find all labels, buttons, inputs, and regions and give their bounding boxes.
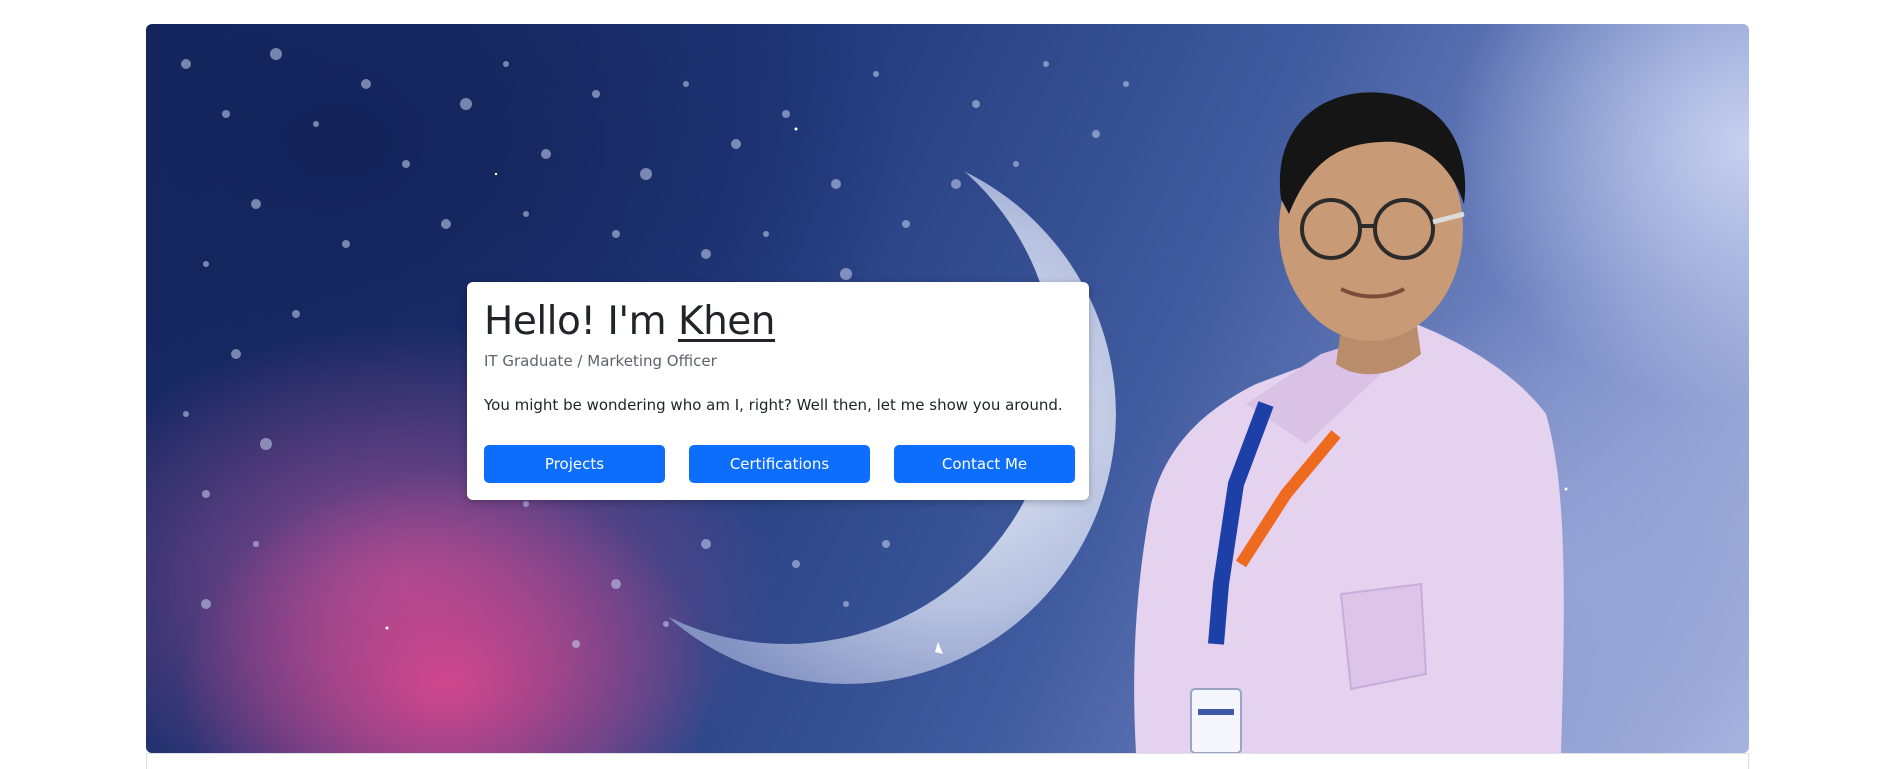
intro-card: Hello! I'm Khen IT Graduate / Marketing … — [467, 282, 1089, 500]
contact-me-button[interactable]: Contact Me — [894, 445, 1075, 483]
page: Hello! I'm Khen IT Graduate / Marketing … — [0, 0, 1896, 769]
page-title: Hello! I'm Khen — [484, 298, 1072, 346]
projects-button[interactable]: Projects — [484, 445, 665, 483]
certifications-button[interactable]: Certifications — [689, 445, 870, 483]
name-text: Khen — [678, 299, 776, 344]
action-buttons: Projects Certifications Contact Me — [484, 445, 1075, 483]
subtitle: IT Graduate / Marketing Officer — [484, 352, 717, 370]
next-section-card — [146, 753, 1749, 769]
hero-banner: Hello! I'm Khen IT Graduate / Marketing … — [146, 24, 1749, 753]
intro-text: You might be wondering who am I, right? … — [484, 396, 1063, 414]
greeting-text: Hello! I'm — [484, 299, 678, 344]
